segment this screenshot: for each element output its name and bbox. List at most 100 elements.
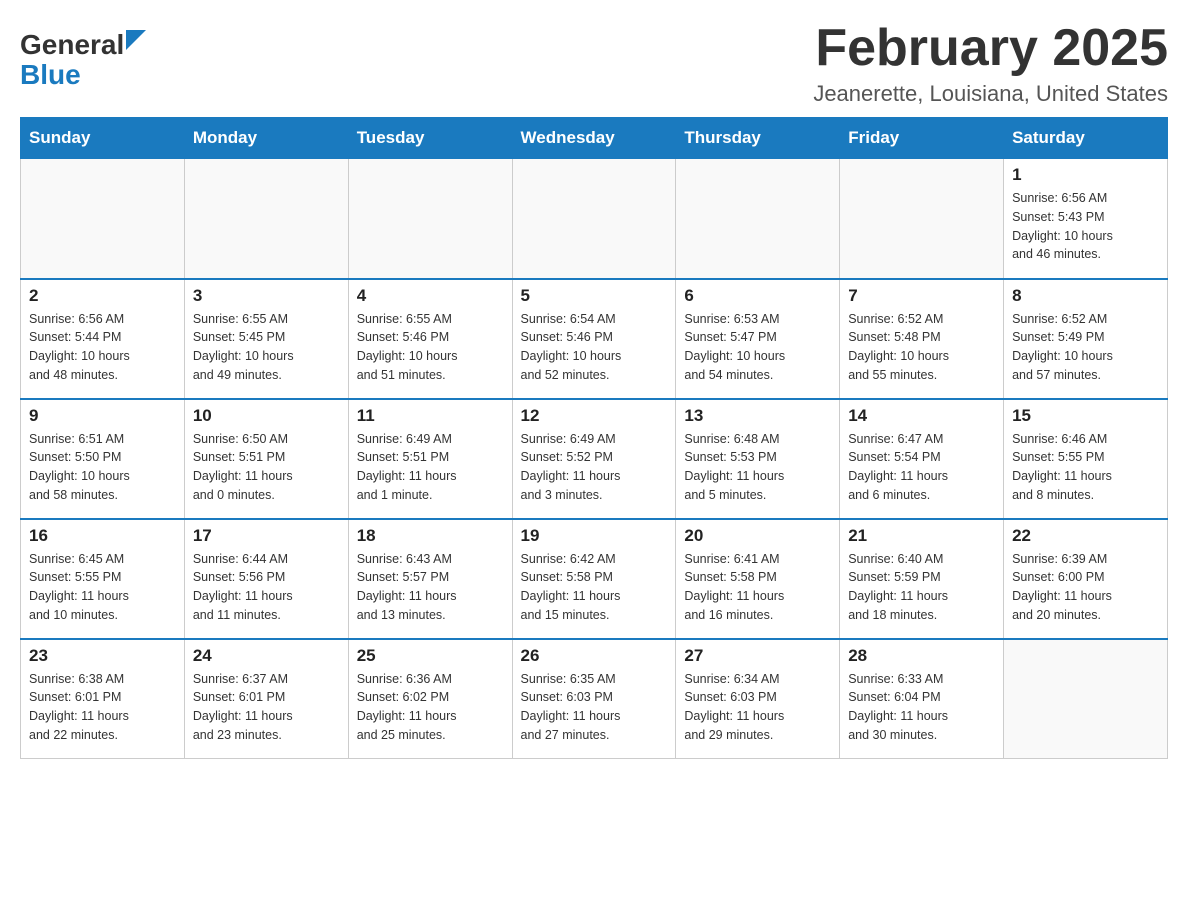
calendar-week-row: 1 Sunrise: 6:56 AM Sunset: 5:43 PM Daylig… — [21, 159, 1168, 279]
calendar-cell: 26 Sunrise: 6:35 AM Sunset: 6:03 PM Dayli… — [512, 639, 676, 759]
calendar-header-sunday: Sunday — [21, 118, 185, 159]
day-number: 12 — [521, 406, 668, 426]
day-number: 8 — [1012, 286, 1159, 306]
day-info: Sunrise: 6:43 AM Sunset: 5:57 PM Dayligh… — [357, 550, 504, 625]
day-info: Sunrise: 6:50 AM Sunset: 5:51 PM Dayligh… — [193, 430, 340, 505]
calendar-cell: 24 Sunrise: 6:37 AM Sunset: 6:01 PM Dayli… — [184, 639, 348, 759]
calendar-cell: 27Sunrise: 6:34 AM Sunset: 6:03 PM Dayli… — [676, 639, 840, 759]
day-info: Sunrise: 6:55 AM Sunset: 5:45 PM Dayligh… — [193, 310, 340, 385]
day-info: Sunrise: 6:40 AM Sunset: 5:59 PM Dayligh… — [848, 550, 995, 625]
day-number: 27 — [684, 646, 831, 666]
logo-blue-label: Blue — [20, 59, 81, 90]
logo-arrow-icon — [126, 30, 146, 50]
calendar-week-row: 9 Sunrise: 6:51 AM Sunset: 5:50 PM Daylig… — [21, 399, 1168, 519]
calendar-week-row: 2 Sunrise: 6:56 AM Sunset: 5:44 PM Daylig… — [21, 279, 1168, 399]
calendar-cell: 14 Sunrise: 6:47 AM Sunset: 5:54 PM Dayli… — [840, 399, 1004, 519]
calendar-cell: 22Sunrise: 6:39 AM Sunset: 6:00 PM Dayli… — [1004, 519, 1168, 639]
logo-general-line: General — [20, 30, 146, 59]
calendar-cell: 18 Sunrise: 6:43 AM Sunset: 5:57 PM Dayli… — [348, 519, 512, 639]
day-info: Sunrise: 6:53 AM Sunset: 5:47 PM Dayligh… — [684, 310, 831, 385]
day-info: Sunrise: 6:41 AM Sunset: 5:58 PM Dayligh… — [684, 550, 831, 625]
day-info: Sunrise: 6:48 AM Sunset: 5:53 PM Dayligh… — [684, 430, 831, 505]
calendar-cell: 12Sunrise: 6:49 AM Sunset: 5:52 PM Dayli… — [512, 399, 676, 519]
title-block: February 2025 Jeanerette, Louisiana, Uni… — [813, 20, 1168, 107]
day-number: 9 — [29, 406, 176, 426]
day-number: 21 — [848, 526, 995, 546]
calendar-cell: 3 Sunrise: 6:55 AM Sunset: 5:45 PM Daylig… — [184, 279, 348, 399]
day-number: 20 — [684, 526, 831, 546]
calendar-cell — [1004, 639, 1168, 759]
calendar-header-thursday: Thursday — [676, 118, 840, 159]
day-info: Sunrise: 6:56 AM Sunset: 5:44 PM Dayligh… — [29, 310, 176, 385]
logo-general-text: General — [20, 31, 124, 59]
day-number: 11 — [357, 406, 504, 426]
calendar-cell: 15 Sunrise: 6:46 AM Sunset: 5:55 PM Dayli… — [1004, 399, 1168, 519]
calendar-table: SundayMondayTuesdayWednesdayThursdayFrid… — [20, 117, 1168, 759]
day-number: 26 — [521, 646, 668, 666]
day-number: 4 — [357, 286, 504, 306]
day-number: 17 — [193, 526, 340, 546]
day-number: 1 — [1012, 165, 1159, 185]
day-info: Sunrise: 6:33 AM Sunset: 6:04 PM Dayligh… — [848, 670, 995, 745]
calendar-cell: 9 Sunrise: 6:51 AM Sunset: 5:50 PM Daylig… — [21, 399, 185, 519]
logo-blue-text: Blue — [20, 59, 81, 91]
day-info: Sunrise: 6:36 AM Sunset: 6:02 PM Dayligh… — [357, 670, 504, 745]
day-number: 2 — [29, 286, 176, 306]
calendar-header-wednesday: Wednesday — [512, 118, 676, 159]
day-number: 28 — [848, 646, 995, 666]
calendar-cell: 1 Sunrise: 6:56 AM Sunset: 5:43 PM Daylig… — [1004, 159, 1168, 279]
calendar-header-tuesday: Tuesday — [348, 118, 512, 159]
calendar-header-monday: Monday — [184, 118, 348, 159]
calendar-cell: 16Sunrise: 6:45 AM Sunset: 5:55 PM Dayli… — [21, 519, 185, 639]
calendar-cell: 11 Sunrise: 6:49 AM Sunset: 5:51 PM Dayli… — [348, 399, 512, 519]
day-number: 15 — [1012, 406, 1159, 426]
calendar-week-row: 16Sunrise: 6:45 AM Sunset: 5:55 PM Dayli… — [21, 519, 1168, 639]
calendar-cell — [184, 159, 348, 279]
calendar-cell: 20 Sunrise: 6:41 AM Sunset: 5:58 PM Dayli… — [676, 519, 840, 639]
page-header: General Blue February 2025 Jeanerette, L… — [20, 20, 1168, 107]
calendar-cell: 4Sunrise: 6:55 AM Sunset: 5:46 PM Daylig… — [348, 279, 512, 399]
day-number: 13 — [684, 406, 831, 426]
calendar-cell — [21, 159, 185, 279]
calendar-cell: 5 Sunrise: 6:54 AM Sunset: 5:46 PM Daylig… — [512, 279, 676, 399]
day-number: 23 — [29, 646, 176, 666]
day-info: Sunrise: 6:54 AM Sunset: 5:46 PM Dayligh… — [521, 310, 668, 385]
day-number: 5 — [521, 286, 668, 306]
day-number: 24 — [193, 646, 340, 666]
calendar-cell: 13 Sunrise: 6:48 AM Sunset: 5:53 PM Dayli… — [676, 399, 840, 519]
calendar-cell — [676, 159, 840, 279]
calendar-cell: 6Sunrise: 6:53 AM Sunset: 5:47 PM Daylig… — [676, 279, 840, 399]
day-info: Sunrise: 6:37 AM Sunset: 6:01 PM Dayligh… — [193, 670, 340, 745]
calendar-header-saturday: Saturday — [1004, 118, 1168, 159]
day-number: 18 — [357, 526, 504, 546]
day-number: 14 — [848, 406, 995, 426]
day-number: 3 — [193, 286, 340, 306]
day-number: 25 — [357, 646, 504, 666]
calendar-cell: 23 Sunrise: 6:38 AM Sunset: 6:01 PM Dayli… — [21, 639, 185, 759]
day-info: Sunrise: 6:47 AM Sunset: 5:54 PM Dayligh… — [848, 430, 995, 505]
day-info: Sunrise: 6:38 AM Sunset: 6:01 PM Dayligh… — [29, 670, 176, 745]
day-info: Sunrise: 6:52 AM Sunset: 5:48 PM Dayligh… — [848, 310, 995, 385]
location-subtitle: Jeanerette, Louisiana, United States — [813, 81, 1168, 107]
day-info: Sunrise: 6:51 AM Sunset: 5:50 PM Dayligh… — [29, 430, 176, 505]
day-info: Sunrise: 6:56 AM Sunset: 5:43 PM Dayligh… — [1012, 189, 1159, 264]
day-info: Sunrise: 6:46 AM Sunset: 5:55 PM Dayligh… — [1012, 430, 1159, 505]
day-info: Sunrise: 6:35 AM Sunset: 6:03 PM Dayligh… — [521, 670, 668, 745]
calendar-cell: 10 Sunrise: 6:50 AM Sunset: 5:51 PM Dayli… — [184, 399, 348, 519]
calendar-header-row: SundayMondayTuesdayWednesdayThursdayFrid… — [21, 118, 1168, 159]
day-info: Sunrise: 6:45 AM Sunset: 5:55 PM Dayligh… — [29, 550, 176, 625]
calendar-week-row: 23 Sunrise: 6:38 AM Sunset: 6:01 PM Dayli… — [21, 639, 1168, 759]
logo: General Blue — [20, 30, 146, 91]
calendar-cell: 8Sunrise: 6:52 AM Sunset: 5:49 PM Daylig… — [1004, 279, 1168, 399]
calendar-cell: 25 Sunrise: 6:36 AM Sunset: 6:02 PM Dayli… — [348, 639, 512, 759]
calendar-cell: 2 Sunrise: 6:56 AM Sunset: 5:44 PM Daylig… — [21, 279, 185, 399]
calendar-header-friday: Friday — [840, 118, 1004, 159]
calendar-cell: 17Sunrise: 6:44 AM Sunset: 5:56 PM Dayli… — [184, 519, 348, 639]
day-info: Sunrise: 6:42 AM Sunset: 5:58 PM Dayligh… — [521, 550, 668, 625]
day-number: 10 — [193, 406, 340, 426]
calendar-cell — [348, 159, 512, 279]
day-number: 19 — [521, 526, 668, 546]
calendar-cell — [512, 159, 676, 279]
day-info: Sunrise: 6:49 AM Sunset: 5:51 PM Dayligh… — [357, 430, 504, 505]
calendar-cell: 7Sunrise: 6:52 AM Sunset: 5:48 PM Daylig… — [840, 279, 1004, 399]
